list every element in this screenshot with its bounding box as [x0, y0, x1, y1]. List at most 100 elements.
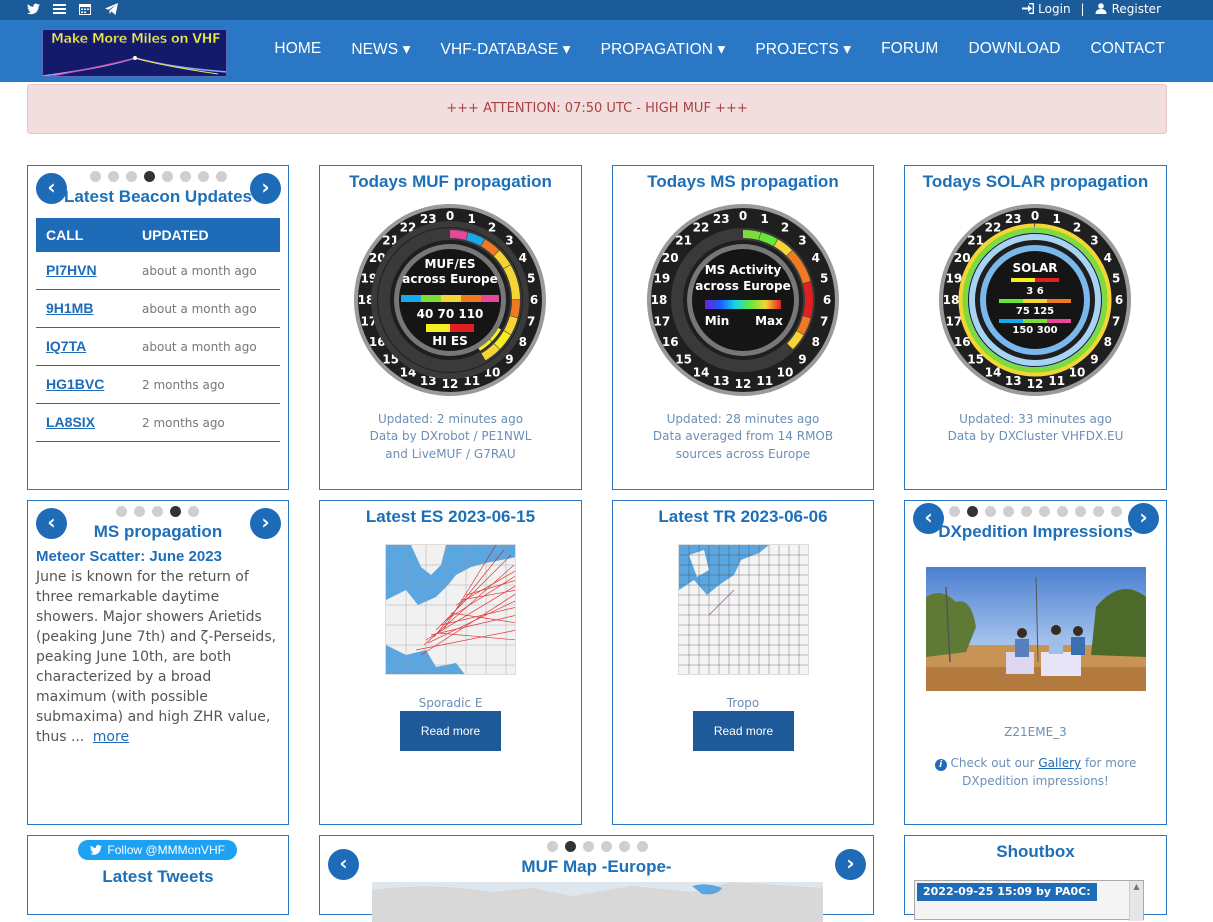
carousel-dot-active[interactable] — [565, 841, 576, 852]
gauge-hour-label: 2 — [1073, 220, 1081, 234]
login-link[interactable]: Login — [1022, 2, 1071, 16]
gauge-hour-label: 23 — [1005, 212, 1022, 226]
gauge-hour-label: 20 — [662, 251, 679, 265]
nav-contact[interactable]: CONTACT — [1091, 40, 1165, 59]
tr-read-more-button[interactable]: Read more — [693, 711, 794, 751]
muf-gauge[interactable]: 23 0 1 2 3 4 5 6 7 8 9 10 11 12 13 14 15 16 17 18 19 20 21 22 M… — [352, 202, 548, 398]
carousel-dot-active[interactable] — [170, 506, 181, 517]
carousel-dot-active[interactable] — [144, 171, 155, 182]
nav-projects[interactable]: PROJECTS ▾ — [755, 40, 851, 59]
solar-line-1: 3 6 — [1026, 286, 1043, 297]
gauge-hour-label: 12 — [1027, 377, 1044, 391]
muf-center-subtitle: across Europe — [402, 272, 497, 286]
carousel-dot-active[interactable] — [967, 506, 978, 517]
nav-vhf-database[interactable]: VHF-DATABASE ▾ — [441, 40, 571, 59]
register-link[interactable]: Register — [1095, 2, 1161, 16]
carousel-dot[interactable] — [116, 506, 127, 517]
carousel-dot[interactable] — [1039, 506, 1050, 517]
gauge-ring-segment — [509, 299, 520, 318]
carousel-dot[interactable] — [134, 506, 145, 517]
es-panel-title: Latest ES 2023-06-15 — [365, 507, 536, 526]
solar-center-title: SOLAR — [1012, 261, 1057, 275]
gallery-link[interactable]: Gallery — [1038, 756, 1081, 770]
carousel-dot[interactable] — [180, 171, 191, 182]
carousel-dot[interactable] — [637, 841, 648, 852]
ms-max-label: Max — [755, 314, 783, 328]
site-logo[interactable]: Make More Miles on VHF — [42, 29, 227, 77]
carousel-dot[interactable] — [985, 506, 996, 517]
nav-news[interactable]: NEWS ▾ — [351, 40, 410, 59]
carousel-dot[interactable] — [126, 171, 137, 182]
solar-gauge[interactable]: 23 0 1 2 3 4 5 6 7 8 9 10 11 12 13 14 15 16 17 18 19 20 21 22 S… — [937, 202, 1133, 398]
beacon-call-link[interactable]: 9H1MB — [46, 300, 93, 316]
carousel-dot[interactable] — [1057, 506, 1068, 517]
carousel-dot[interactable] — [152, 506, 163, 517]
solar-source: Data by DXCluster VHFDX.EU — [947, 429, 1124, 443]
gauge-ring-segment — [449, 230, 468, 241]
dxped-photo[interactable] — [926, 567, 1146, 691]
gauge-hour-label: 4 — [812, 251, 820, 265]
es-read-more-button[interactable]: Read more — [400, 711, 501, 751]
scroll-up-icon[interactable]: ▲ — [1130, 881, 1143, 893]
table-row: 9H1MB about a month ago — [36, 289, 280, 328]
mufmap-carousel-dots — [547, 841, 648, 852]
scrollbar[interactable]: ▲ — [1129, 881, 1143, 921]
gauge-hour-label: 19 — [946, 271, 963, 285]
muf-source-2: and LiveMUF / G7RAU — [385, 447, 516, 461]
es-map-image[interactable] — [385, 544, 516, 675]
twitter-icon[interactable] — [26, 3, 40, 17]
shoutbox-messages[interactable]: 2022-09-25 15:09 by PA0C: ▲ — [914, 880, 1144, 921]
muf-scale: 40 70 110 — [417, 307, 484, 321]
carousel-dot[interactable] — [1111, 506, 1122, 517]
gauge-hour-label: 12 — [735, 377, 752, 391]
gauge-hour-label: 6 — [823, 293, 831, 307]
beacon-call-link[interactable]: HG1BVC — [46, 376, 104, 392]
carousel-dot[interactable] — [1093, 506, 1104, 517]
gauge-hour-label: 7 — [527, 315, 535, 329]
carousel-dot[interactable] — [1003, 506, 1014, 517]
nav-propagation[interactable]: PROPAGATION ▾ — [601, 40, 726, 59]
nav-download[interactable]: DOWNLOAD — [968, 40, 1060, 59]
more-link[interactable]: more — [93, 729, 129, 745]
nav-home[interactable]: HOME — [274, 40, 321, 59]
carousel-dot[interactable] — [547, 841, 558, 852]
carousel-dot[interactable] — [162, 171, 173, 182]
gauge-hour-label: 5 — [820, 271, 828, 285]
solar-panel-title: Todays SOLAR propagation — [922, 172, 1149, 191]
calendar-icon[interactable] — [78, 3, 92, 17]
ms-propagation-panel: Todays MS propagation 23 0 1 2 3 4 5 6 7 8 9 10 11 12… — [612, 165, 874, 490]
muf-source: Data by DXrobot / PE1NWL — [369, 429, 532, 443]
list-icon[interactable] — [52, 3, 66, 17]
carousel-dot[interactable] — [198, 171, 209, 182]
beacon-call-link[interactable]: PI7HVN — [46, 262, 97, 278]
carousel-dot[interactable] — [1075, 506, 1086, 517]
gauge-hour-label: 23 — [713, 212, 730, 226]
shout-message-header: 2022-09-25 15:09 by PA0C: — [917, 883, 1097, 901]
carousel-dot[interactable] — [601, 841, 612, 852]
carousel-dot[interactable] — [619, 841, 630, 852]
beacon-call-link[interactable]: LA8SIX — [46, 414, 95, 430]
gauge-hour-label: 17 — [654, 315, 671, 329]
gauge-hour-label: 14 — [693, 366, 710, 380]
tr-map-image[interactable] — [678, 544, 809, 675]
carousel-dot[interactable] — [108, 171, 119, 182]
follow-twitter-button[interactable]: Follow @MMMonVHF — [78, 840, 237, 860]
gauge-hour-label: 15 — [675, 352, 692, 366]
ms-source: Data averaged from 14 RMOB — [652, 429, 834, 443]
carousel-dot[interactable] — [188, 506, 199, 517]
carousel-dot[interactable] — [216, 171, 227, 182]
carousel-dot[interactable] — [90, 171, 101, 182]
carousel-dot[interactable] — [583, 841, 594, 852]
nav-forum[interactable]: FORUM — [881, 40, 938, 59]
dxped-info-prefix: Check out our — [950, 756, 1035, 770]
ms-article-text: Meteor Scatter: June 2023 June is known … — [36, 547, 282, 747]
ms-article-title: MS propagation — [93, 522, 223, 541]
ms-gauge[interactable]: 23 0 1 2 3 4 5 6 7 8 9 10 11 12 13 14 15 16 17 18 19 20 21 22 M… — [645, 202, 841, 398]
beacon-call-link[interactable]: IQ7TA — [46, 338, 86, 354]
ms-article-heading[interactable]: Meteor Scatter: June 2023 — [36, 547, 282, 567]
ms-source-2: sources across Europe — [675, 447, 811, 461]
carousel-dot[interactable] — [1021, 506, 1032, 517]
carousel-dot[interactable] — [949, 506, 960, 517]
telegram-icon[interactable] — [104, 3, 118, 17]
muf-map-image[interactable] — [372, 882, 823, 922]
